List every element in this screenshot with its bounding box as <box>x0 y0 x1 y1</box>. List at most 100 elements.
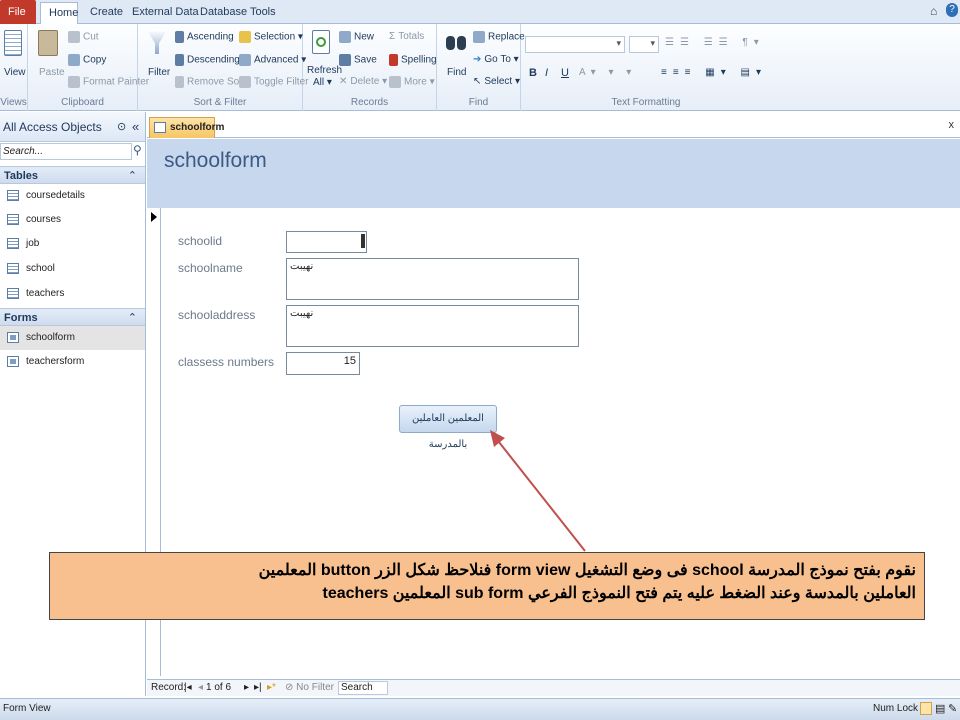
ascending-label: Ascending <box>187 31 234 43</box>
nav-item-teachers[interactable]: teachers <box>0 282 145 306</box>
format-painter-button[interactable]: Format Painter <box>68 76 149 88</box>
document-tab-schoolform[interactable]: schoolform <box>149 117 224 138</box>
collapse-tables-icon[interactable]: ⌃ <box>128 167 137 185</box>
sort-filter-group-label: Sort & Filter <box>193 97 247 108</box>
no-filter-label: No Filter <box>296 682 334 693</box>
more-icon <box>389 76 401 88</box>
datasheet-view-icon[interactable]: ▤ <box>935 702 945 715</box>
record-search-input[interactable]: Search <box>338 681 388 695</box>
sort-descending-icon <box>175 54 184 66</box>
underline-button[interactable]: U <box>561 67 569 79</box>
nav-search-input[interactable]: Search... <box>0 143 132 160</box>
filter-icon <box>147 30 167 54</box>
record-position[interactable]: 1 of 6 <box>206 682 231 693</box>
tab-home[interactable]: Home <box>40 2 78 25</box>
nav-item-label: courses <box>26 214 62 225</box>
delete-record-button[interactable]: ✕ Delete ▾ <box>339 76 387 87</box>
copy-button[interactable]: Copy <box>68 54 106 66</box>
schoolid-field[interactable] <box>286 231 367 253</box>
schoolid-label: schoolid <box>178 234 223 248</box>
schooladdress-label: schooladdress <box>178 308 256 322</box>
tables-header-label: Tables <box>4 170 39 182</box>
table-icon <box>7 263 19 274</box>
font-name-combo[interactable]: ▾ <box>525 36 625 53</box>
list-buttons[interactable]: ☰☰ ☰☰ ¶▾ <box>665 37 765 48</box>
nav-item-coursedetails[interactable]: coursedetails <box>0 184 145 208</box>
nav-item-school[interactable]: school <box>0 257 145 281</box>
minimize-ribbon-icon[interactable]: ⌂ <box>930 4 937 18</box>
schoolname-label: schoolname <box>178 261 243 275</box>
last-record-icon[interactable]: ▸| <box>254 682 262 693</box>
align-buttons[interactable]: ≡≡≡ ▦▾ ▤▾ <box>661 67 767 78</box>
select-button[interactable]: ↖ Select ▾ <box>473 76 520 87</box>
clipboard-group-label: Clipboard <box>61 97 104 108</box>
replace-button[interactable]: Replace <box>473 31 525 43</box>
toggle-filter-button[interactable]: Toggle Filter <box>239 76 308 88</box>
current-record-arrow-icon <box>151 212 157 222</box>
teachers-subform-button[interactable]: المعلمين العاملين بالمدرسة <box>399 405 497 450</box>
schoolname-field[interactable]: نهيبت <box>286 258 579 300</box>
totals-button[interactable]: Σ Totals <box>389 31 424 42</box>
new-record-nav-icon[interactable]: ▸* <box>267 682 276 693</box>
more-button[interactable]: More ▾ <box>389 76 435 88</box>
search-icon[interactable]: ⚲ <box>133 143 142 157</box>
design-view-icon[interactable]: ✎ <box>948 702 957 715</box>
refresh-all-label[interactable]: All ▾ <box>313 77 332 88</box>
find-button[interactable]: Find <box>447 67 466 78</box>
close-document-icon[interactable]: x <box>949 119 955 131</box>
selection-button[interactable]: Selection ▾ <box>239 31 303 43</box>
replace-icon <box>473 31 485 43</box>
nav-item-schoolform[interactable]: schoolform <box>0 326 145 350</box>
form-icon <box>7 332 19 343</box>
toggle-filter-label: Toggle Filter <box>254 76 309 88</box>
refresh-icon <box>312 30 330 54</box>
tab-database-tools[interactable]: Database Tools <box>192 2 284 24</box>
collapse-forms-icon[interactable]: ⌃ <box>128 309 137 327</box>
previous-record-icon[interactable]: ◂ <box>198 682 203 693</box>
tab-file[interactable]: File <box>0 0 36 24</box>
spelling-button[interactable]: Spelling <box>389 54 437 66</box>
goto-button[interactable]: ➔ Go To ▾ <box>473 54 519 65</box>
nav-item-teachersform[interactable]: teachersform <box>0 350 145 374</box>
form-view-icon[interactable] <box>920 702 932 715</box>
view-button[interactable]: View <box>4 67 26 78</box>
refresh-button[interactable]: Refresh <box>307 65 342 76</box>
schooladdress-field[interactable]: نهيبت <box>286 305 579 347</box>
descending-button[interactable]: Descending <box>175 54 240 66</box>
ascending-button[interactable]: Ascending <box>175 31 234 43</box>
classes-numbers-field[interactable]: 15 <box>286 352 360 375</box>
first-record-icon[interactable]: |◂ <box>184 682 192 693</box>
color-buttons[interactable]: A▾ ▾ ▾ <box>579 67 636 78</box>
record-navigator: Record: |◂ ◂ 1 of 6 ▸ ▸| ▸* ⊘ No Filter … <box>147 679 960 696</box>
nav-section-tables[interactable]: Tables ⌃ <box>0 166 145 184</box>
nav-header[interactable]: All Access Objects ⊙ « <box>0 112 145 142</box>
save-icon <box>339 54 351 66</box>
no-filter-indicator[interactable]: ⊘ No Filter <box>285 682 334 693</box>
nav-item-courses[interactable]: courses <box>0 208 145 232</box>
collapse-pane-icon[interactable]: « <box>132 112 139 142</box>
group-sort-filter: Filter Ascending Descending Remove Sort … <box>138 24 308 111</box>
italic-button[interactable]: I <box>545 67 548 79</box>
nav-item-job[interactable]: job <box>0 232 145 256</box>
advanced-button[interactable]: Advanced ▾ <box>239 54 306 66</box>
nav-section-forms[interactable]: Forms ⌃ <box>0 308 145 326</box>
paste-icon <box>38 30 58 56</box>
advanced-filter-icon <box>239 54 251 66</box>
ribbon: View Views Paste Cut Copy Format Painter… <box>0 24 960 111</box>
view-icon <box>4 30 22 56</box>
bold-button[interactable]: B <box>529 67 537 79</box>
new-label: New <box>354 31 375 43</box>
remove-sort-button[interactable]: Remove Sort <box>175 76 245 88</box>
nav-menu-dropdown-icon[interactable]: ⊙ <box>117 112 126 142</box>
cut-button[interactable]: Cut <box>68 31 99 43</box>
group-find: Find Replace ➔ Go To ▾ ↖ Select ▾ Find <box>437 24 525 111</box>
font-size-combo[interactable]: ▾ <box>629 36 659 53</box>
descending-label: Descending <box>187 54 240 66</box>
paste-button[interactable]: Paste <box>39 67 65 78</box>
save-record-button[interactable]: Save <box>339 54 377 66</box>
new-record-button[interactable]: New <box>339 31 374 43</box>
nav-title: All Access Objects <box>3 120 102 134</box>
next-record-icon[interactable]: ▸ <box>244 682 249 693</box>
help-icon[interactable]: ? <box>946 3 958 17</box>
filter-button[interactable]: Filter <box>148 67 170 78</box>
